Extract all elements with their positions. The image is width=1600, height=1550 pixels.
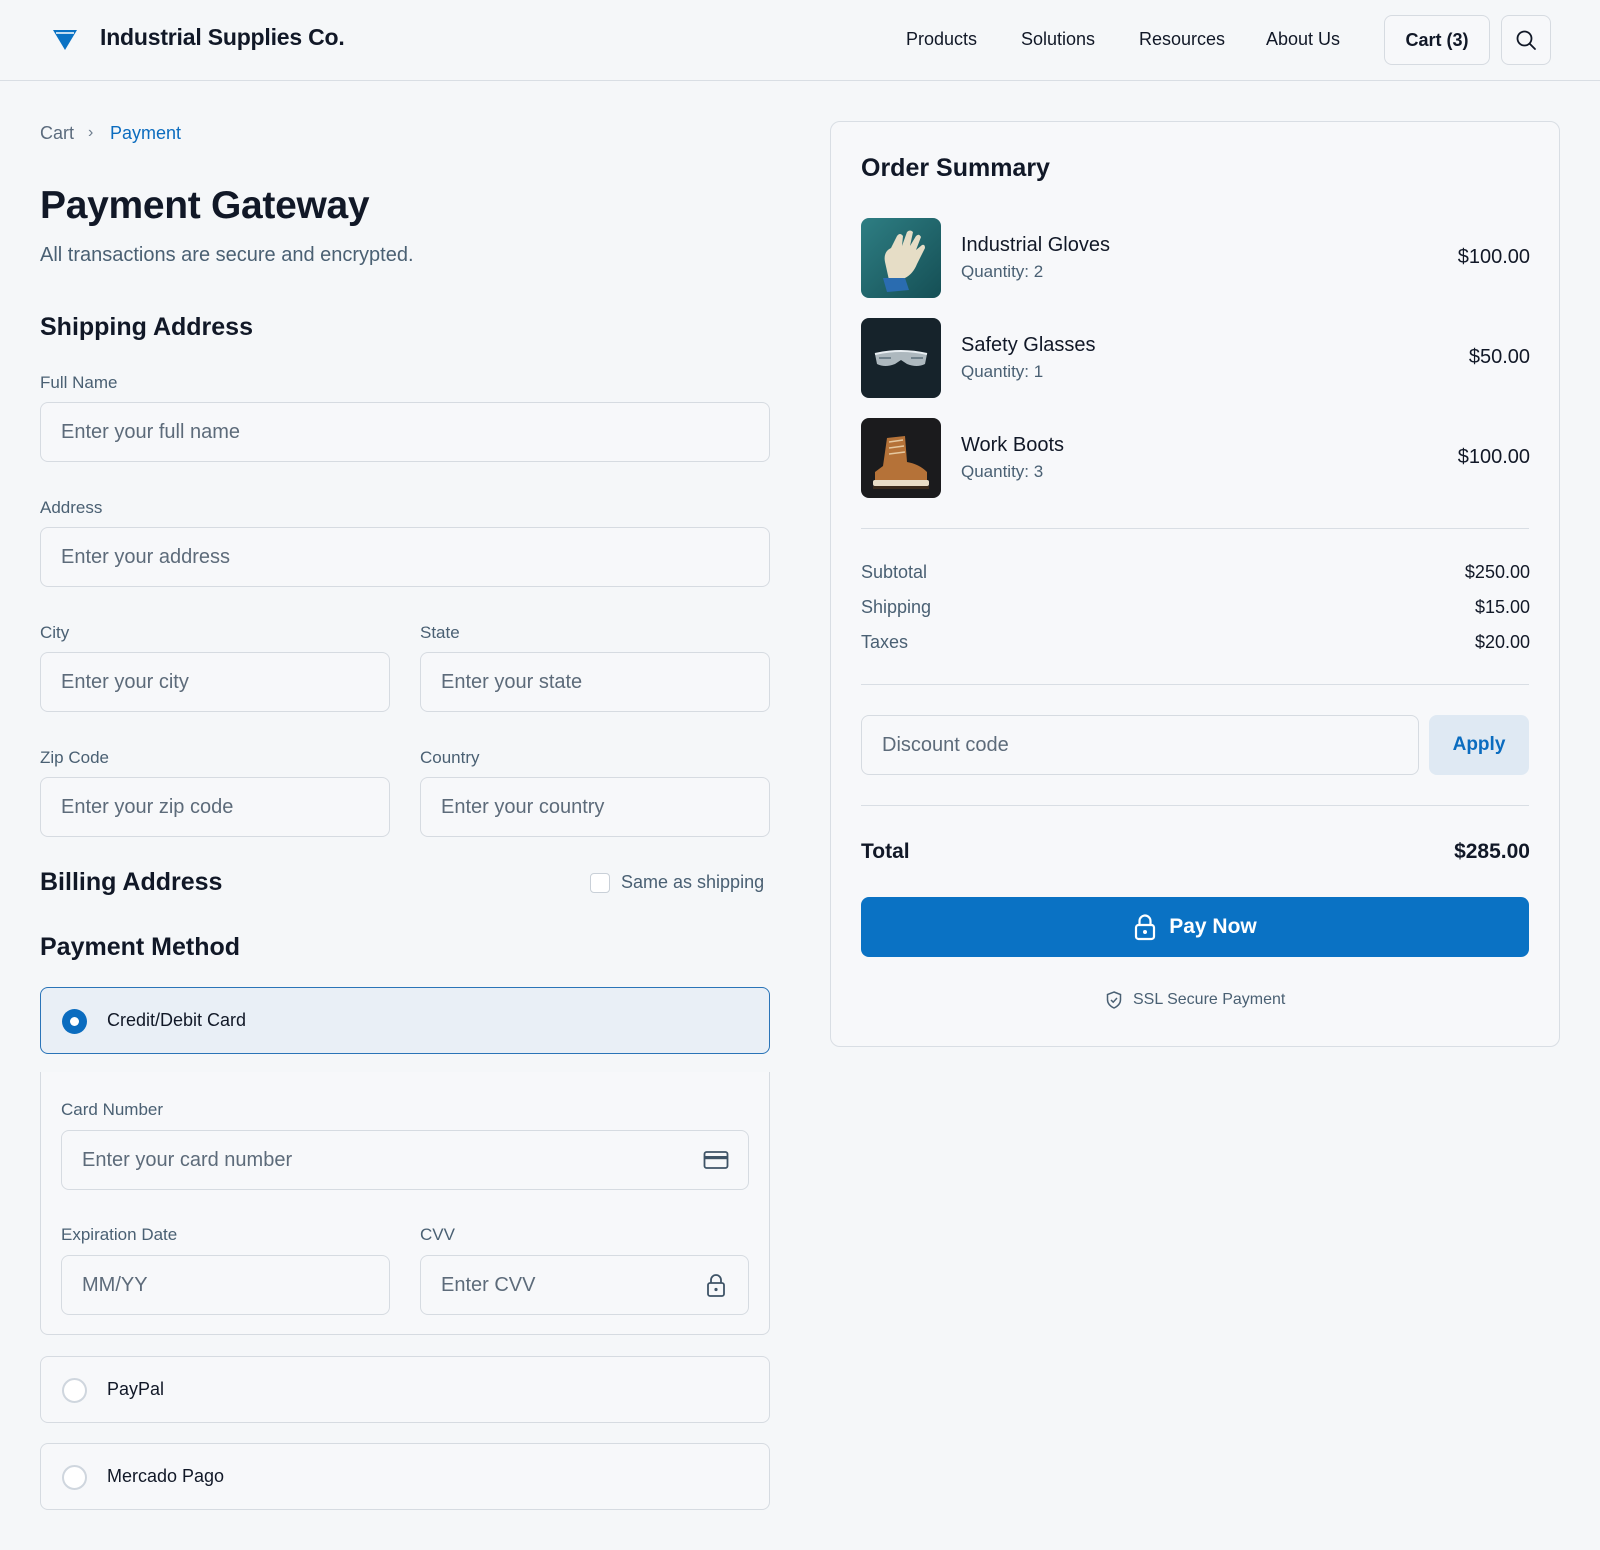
work-boots-image bbox=[861, 418, 941, 498]
city-input[interactable] bbox=[40, 652, 390, 712]
address-label: Address bbox=[40, 498, 103, 517]
payment-option-mercado-pago[interactable]: Mercado Pago bbox=[40, 1443, 770, 1510]
page-subtitle: All transactions are secure and encrypte… bbox=[40, 244, 414, 266]
breadcrumb-separator: › bbox=[88, 124, 94, 141]
top-navigation-bar: Industrial Supplies Co. Products Solutio… bbox=[0, 0, 1600, 81]
state-label: State bbox=[420, 623, 460, 642]
order-summary-heading: Order Summary bbox=[861, 154, 1050, 182]
cart-button[interactable]: Cart (3) bbox=[1384, 15, 1490, 65]
country-input[interactable] bbox=[420, 777, 770, 837]
total-label: Total bbox=[861, 840, 910, 863]
shipping-cost-label: Shipping bbox=[861, 597, 932, 617]
item-name-work-boots: Work Boots bbox=[961, 434, 1064, 456]
summary-divider-discount bbox=[861, 805, 1529, 806]
card-number-field bbox=[61, 1130, 749, 1190]
shipping-cost-value: $15.00 bbox=[1474, 597, 1530, 617]
brand-name[interactable]: Industrial Supplies Co. bbox=[100, 24, 345, 51]
item-name-industrial-gloves: Industrial Gloves bbox=[961, 234, 1110, 256]
payment-option-card[interactable]: Credit/Debit Card bbox=[40, 987, 770, 1054]
search-icon bbox=[1516, 30, 1536, 50]
expiration-date-input[interactable] bbox=[61, 1255, 390, 1315]
payment-option-paypal[interactable]: PayPal bbox=[40, 1356, 770, 1423]
state-input[interactable] bbox=[420, 652, 770, 712]
shipping-address-heading: Shipping Address bbox=[40, 313, 253, 341]
radio-mercado-pago[interactable] bbox=[62, 1465, 87, 1490]
billing-address-heading: Billing Address bbox=[40, 868, 223, 896]
page-title: Payment Gateway bbox=[40, 184, 370, 227]
summary-divider-items bbox=[861, 528, 1529, 529]
taxes-value: $20.00 bbox=[1474, 632, 1530, 652]
same-as-shipping-label: Same as shipping bbox=[621, 872, 765, 892]
payment-option-mercado-pago-label: Mercado Pago bbox=[107, 1466, 225, 1486]
brand-logo-icon[interactable] bbox=[52, 26, 78, 52]
payment-method-heading: Payment Method bbox=[40, 933, 241, 961]
nav-solutions[interactable]: Solutions bbox=[1021, 29, 1095, 50]
nav-products[interactable]: Products bbox=[906, 29, 977, 50]
industrial-gloves-image bbox=[861, 218, 941, 298]
ssl-secure-note: SSL Secure Payment bbox=[1106, 991, 1285, 1009]
same-as-shipping-toggle[interactable]: Same as shipping bbox=[590, 872, 764, 893]
nav-resources[interactable]: Resources bbox=[1139, 29, 1225, 50]
ssl-secure-label: SSL Secure Payment bbox=[1133, 991, 1286, 1008]
lock-icon bbox=[707, 1274, 725, 1297]
zip-code-input[interactable] bbox=[40, 777, 390, 837]
cvv-input[interactable] bbox=[420, 1255, 749, 1315]
nav-about-us[interactable]: About Us bbox=[1266, 29, 1340, 50]
pay-now-button[interactable]: Pay Now bbox=[861, 897, 1529, 957]
expiration-date-label: Expiration Date bbox=[61, 1225, 178, 1244]
item-price-industrial-gloves: $100.00 bbox=[1457, 246, 1530, 268]
safety-glasses-image bbox=[861, 318, 941, 398]
payment-option-card-label: Credit/Debit Card bbox=[107, 1010, 247, 1030]
summary-divider-totals bbox=[861, 684, 1529, 685]
discount-code-input[interactable] bbox=[861, 715, 1419, 775]
item-price-work-boots: $100.00 bbox=[1457, 446, 1530, 468]
radio-paypal[interactable] bbox=[62, 1378, 87, 1403]
city-label: City bbox=[40, 623, 70, 642]
country-label: Country bbox=[420, 748, 480, 767]
breadcrumb-current-payment: Payment bbox=[110, 123, 182, 143]
item-qty-safety-glasses: Quantity: 1 bbox=[961, 362, 1044, 381]
cvv-label: CVV bbox=[420, 1225, 455, 1244]
item-qty-industrial-gloves: Quantity: 2 bbox=[961, 262, 1044, 281]
payment-option-paypal-label: PayPal bbox=[107, 1379, 165, 1399]
item-qty-work-boots: Quantity: 3 bbox=[961, 462, 1044, 481]
apply-discount-button[interactable]: Apply bbox=[1429, 715, 1529, 775]
taxes-label: Taxes bbox=[861, 632, 909, 652]
card-number-label: Card Number bbox=[61, 1100, 164, 1119]
card-number-input[interactable] bbox=[61, 1130, 749, 1190]
full-name-label: Full Name bbox=[40, 373, 118, 392]
item-price-safety-glasses: $50.00 bbox=[1468, 346, 1530, 368]
cvv-field bbox=[420, 1255, 749, 1315]
breadcrumb-cart-link[interactable]: Cart bbox=[40, 123, 74, 144]
item-name-safety-glasses: Safety Glasses bbox=[961, 334, 1096, 356]
subtotal-label: Subtotal bbox=[861, 562, 928, 582]
total-value: $285.00 bbox=[1454, 840, 1530, 863]
credit-card-icon bbox=[703, 1151, 729, 1169]
shield-check-icon bbox=[1106, 991, 1122, 1009]
lock-icon bbox=[1135, 914, 1156, 941]
radio-card-selected[interactable] bbox=[62, 1009, 87, 1034]
search-button[interactable] bbox=[1501, 15, 1551, 65]
same-as-shipping-checkbox[interactable] bbox=[590, 872, 610, 893]
address-input[interactable] bbox=[40, 527, 770, 587]
full-name-input[interactable] bbox=[40, 402, 770, 462]
zip-code-label: Zip Code bbox=[40, 748, 109, 767]
pay-now-label: Pay Now bbox=[1169, 915, 1257, 938]
subtotal-value: $250.00 bbox=[1464, 562, 1530, 582]
